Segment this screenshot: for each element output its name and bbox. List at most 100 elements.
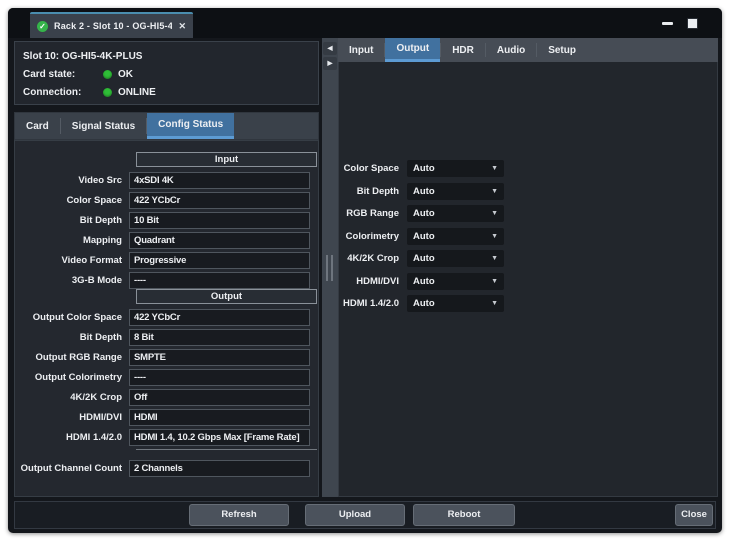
- window-tab[interactable]: ✓ Rack 2 - Slot 10 - OG-HI5-4K-PLUS ✕: [30, 12, 193, 38]
- setting-row-hdmi-dvi: HDMI/DVI Auto ▼: [339, 273, 717, 290]
- setting-row-hdmi-version: HDMI 1.4/2.0 Auto ▼: [339, 295, 717, 312]
- right-tab-bar: Input Output HDR Audio Setup: [338, 38, 718, 62]
- colorimetry-dropdown[interactable]: Auto ▼: [407, 228, 504, 245]
- tab-setup[interactable]: Setup: [537, 38, 587, 62]
- field-value-hdmi-dvi: HDMI: [129, 409, 310, 426]
- dropdown-value: Auto: [413, 163, 435, 174]
- field-row-mapping: Mapping Quadrant: [15, 232, 318, 249]
- field-row-channel-count: Output Channel Count 2 Channels: [15, 460, 318, 477]
- field-label: Color Space: [15, 192, 129, 209]
- field-value-output-colorimetry: ----: [129, 369, 310, 386]
- field-row-video-src: Video Src 4xSDI 4K: [15, 172, 318, 189]
- bit-depth-dropdown[interactable]: Auto ▼: [407, 183, 504, 200]
- connection-value: ONLINE: [118, 87, 156, 98]
- titlebar: ✓ Rack 2 - Slot 10 - OG-HI5-4K-PLUS ✕: [8, 8, 722, 38]
- footer-bar: Refresh Upload Reboot Close: [14, 501, 716, 529]
- setting-row-crop: 4K/2K Crop Auto ▼: [339, 250, 717, 267]
- connected-check-icon: ✓: [37, 21, 48, 32]
- field-row-hdmi-dvi: HDMI/DVI HDMI: [15, 409, 318, 426]
- output-settings-panel: Color Space Auto ▼ Bit Depth Auto ▼ RGB …: [338, 62, 718, 497]
- panel-splitter[interactable]: ◀ ▶: [322, 38, 338, 497]
- connection-label: Connection:: [23, 87, 103, 98]
- refresh-button[interactable]: Refresh: [189, 504, 289, 526]
- input-section-header: Input: [136, 152, 317, 167]
- card-status-panel: Slot 10: OG-HI5-4K-PLUS Card state: OK C…: [14, 41, 319, 105]
- hdmi-version-dropdown[interactable]: Auto ▼: [407, 295, 504, 312]
- tab-hdr[interactable]: HDR: [441, 38, 485, 62]
- rgb-range-dropdown[interactable]: Auto ▼: [407, 205, 504, 222]
- chevron-down-icon: ▼: [491, 255, 498, 262]
- tab-output[interactable]: Output: [385, 38, 440, 62]
- field-value-3gb-mode: ----: [129, 272, 310, 289]
- setting-label: Bit Depth: [339, 183, 407, 200]
- field-value-mapping: Quadrant: [129, 232, 310, 249]
- splitter-handle-icon[interactable]: [326, 255, 333, 281]
- collapse-left-icon[interactable]: ◀: [323, 42, 337, 55]
- field-row-output-color-space: Output Color Space 422 YCbCr: [15, 309, 318, 326]
- field-row-crop: 4K/2K Crop Off: [15, 389, 318, 406]
- field-label: Output RGB Range: [15, 349, 129, 366]
- slot-title: Slot 10: OG-HI5-4K-PLUS: [23, 51, 142, 62]
- field-label: Output Color Space: [15, 309, 129, 326]
- field-value-video-src: 4xSDI 4K: [129, 172, 310, 189]
- field-row-hdmi-version: HDMI 1.4/2.0 HDMI 1.4, 10.2 Gbps Max [Fr…: [15, 429, 318, 446]
- color-space-dropdown[interactable]: Auto ▼: [407, 160, 504, 177]
- expand-right-icon[interactable]: ▶: [323, 57, 337, 70]
- field-row-color-space: Color Space 422 YCbCr: [15, 192, 318, 209]
- field-label: Output Channel Count: [15, 460, 129, 477]
- tab-input[interactable]: Input: [338, 38, 384, 62]
- tab-signal-status[interactable]: Signal Status: [61, 113, 146, 139]
- minimize-icon[interactable]: [662, 22, 673, 25]
- field-value-output-color-space: 422 YCbCr: [129, 309, 310, 326]
- connection-row: Connection: ONLINE: [23, 83, 310, 101]
- field-row-output-colorimetry: Output Colorimetry ----: [15, 369, 318, 386]
- chevron-down-icon: ▼: [491, 188, 498, 195]
- crop-dropdown[interactable]: Auto ▼: [407, 250, 504, 267]
- chevron-down-icon: ▼: [491, 300, 498, 307]
- close-button[interactable]: Close: [675, 504, 713, 526]
- setting-label: HDMI 1.4/2.0: [339, 295, 407, 312]
- card-state-label: Card state:: [23, 69, 103, 80]
- setting-label: Colorimetry: [339, 228, 407, 245]
- dropdown-value: Auto: [413, 231, 435, 242]
- setting-row-rgb-range: RGB Range Auto ▼: [339, 205, 717, 222]
- field-label: 3G-B Mode: [15, 272, 129, 289]
- setting-row-color-space: Color Space Auto ▼: [339, 160, 717, 177]
- dropdown-value: Auto: [413, 253, 435, 264]
- field-row-bit-depth: Bit Depth 10 Bit: [15, 212, 318, 229]
- field-label: Bit Depth: [15, 212, 129, 229]
- app-window: ✓ Rack 2 - Slot 10 - OG-HI5-4K-PLUS ✕ Sl…: [8, 8, 722, 533]
- field-value-color-space: 422 YCbCr: [129, 192, 310, 209]
- dropdown-value: Auto: [413, 208, 435, 219]
- output-section-header: Output: [136, 289, 317, 304]
- dropdown-value: Auto: [413, 298, 435, 309]
- connection-led-icon: [103, 88, 112, 97]
- field-label: 4K/2K Crop: [15, 389, 129, 406]
- field-value-output-rgb-range: SMPTE: [129, 349, 310, 366]
- field-value-crop: Off: [129, 389, 310, 406]
- upload-button[interactable]: Upload: [305, 504, 405, 526]
- slot-title-row: Slot 10: OG-HI5-4K-PLUS: [23, 47, 310, 65]
- tab-audio[interactable]: Audio: [486, 38, 536, 62]
- card-state-value: OK: [118, 69, 133, 80]
- field-value-output-bit-depth: 8 Bit: [129, 329, 310, 346]
- dropdown-value: Auto: [413, 186, 435, 197]
- reboot-button[interactable]: Reboot: [413, 504, 515, 526]
- field-row-3gb-mode: 3G-B Mode ----: [15, 272, 318, 289]
- field-value-channel-count: 2 Channels: [129, 460, 310, 477]
- field-row-output-rgb-range: Output RGB Range SMPTE: [15, 349, 318, 366]
- chevron-down-icon: ▼: [491, 278, 498, 285]
- dropdown-value: Auto: [413, 276, 435, 287]
- tab-config-status[interactable]: Config Status: [147, 113, 234, 139]
- hdmi-dvi-dropdown[interactable]: Auto ▼: [407, 273, 504, 290]
- window-tab-title: Rack 2 - Slot 10 - OG-HI5-4K-PLUS: [54, 21, 172, 31]
- tab-close-icon[interactable]: ✕: [178, 21, 186, 32]
- field-label: HDMI 1.4/2.0: [15, 429, 129, 446]
- field-row-output-bit-depth: Bit Depth 8 Bit: [15, 329, 318, 346]
- tab-card[interactable]: Card: [15, 113, 60, 139]
- section-divider: [136, 449, 317, 450]
- maximize-icon[interactable]: [687, 18, 698, 29]
- field-value-video-format: Progressive: [129, 252, 310, 269]
- setting-label: HDMI/DVI: [339, 273, 407, 290]
- setting-label: Color Space: [339, 160, 407, 177]
